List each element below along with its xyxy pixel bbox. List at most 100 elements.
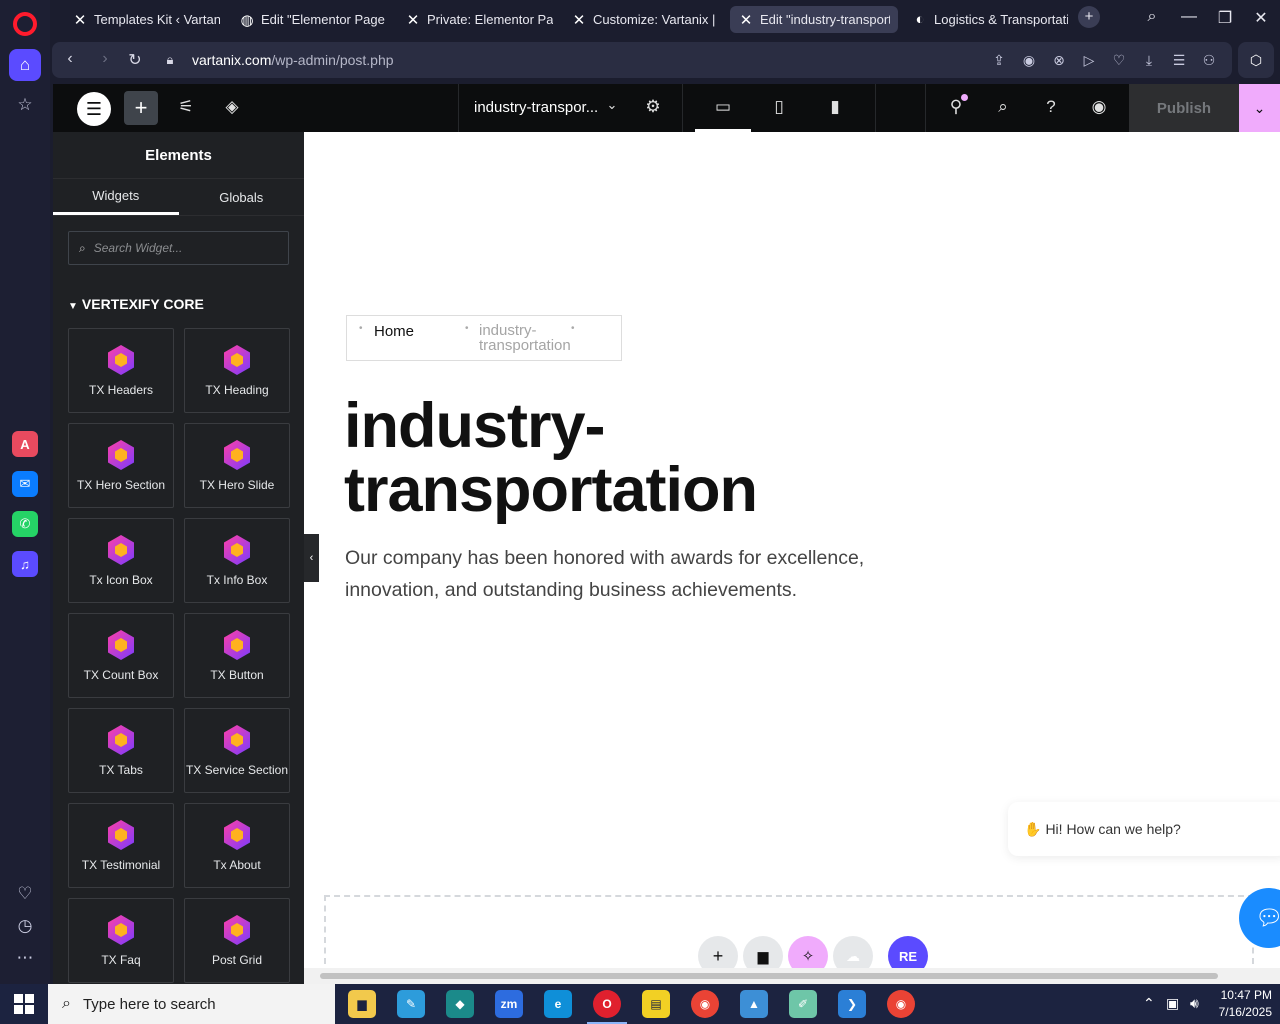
category-vertexify-core[interactable]: ▼ VERTEXIFY CORE	[68, 296, 204, 312]
camera-icon[interactable]: ◉	[1020, 52, 1038, 69]
add-section-plus-icon[interactable]: +	[698, 936, 738, 968]
add-element-button[interactable]: +	[124, 91, 158, 125]
site-settings-icon[interactable]: ⚟	[175, 97, 197, 117]
search-icon[interactable]: ⌕	[992, 97, 1014, 117]
history-icon[interactable]: ◷	[9, 910, 41, 942]
vscode-icon[interactable]: ❯	[838, 990, 866, 1018]
widget-tx-button[interactable]: TX Button	[184, 613, 290, 698]
aria-app-icon[interactable]: A	[12, 431, 38, 457]
heart-icon[interactable]: ♡	[9, 878, 41, 910]
tab-templates-kit[interactable]: ✕Templates Kit ‹ Vartanix —	[64, 6, 228, 33]
widget-post-grid[interactable]: Post Grid	[184, 898, 290, 983]
app-diamond-icon[interactable]: ◆	[446, 990, 474, 1018]
extensions-icon[interactable]: ⬡	[1238, 42, 1274, 78]
tablet-device-icon[interactable]: ▯	[768, 97, 790, 117]
share-icon[interactable]: ⇪	[990, 52, 1008, 69]
zoom-icon[interactable]: zm	[495, 990, 523, 1018]
widget-search-input[interactable]: ⌕ Search Widget...	[68, 231, 289, 265]
minimize-button[interactable]: —	[1177, 8, 1201, 26]
reload-icon[interactable]: ↻	[125, 50, 145, 70]
opera-logo-icon[interactable]	[13, 12, 37, 36]
widget-tx-faq[interactable]: TX Faq	[68, 898, 174, 983]
mobile-device-icon[interactable]: ▮	[824, 97, 846, 117]
widget-tx-hero-slide[interactable]: TX Hero Slide	[184, 423, 290, 508]
notepad-icon[interactable]: ✐	[789, 990, 817, 1018]
volume-icon[interactable]: 🔊︎	[1190, 995, 1199, 1012]
tab-private-elementor-page[interactable]: ✕Private: Elementor Page #	[397, 6, 561, 33]
taskbar-search-input[interactable]: ⌕ Type here to search	[48, 984, 335, 1024]
widget-tx-about[interactable]: Tx About	[184, 803, 290, 888]
widget-tx-info-box[interactable]: Tx Info Box	[184, 518, 290, 603]
widget-tx-heading[interactable]: TX Heading	[184, 328, 290, 413]
breadcrumb-home-link[interactable]: Home	[374, 323, 414, 340]
template-library-folder-icon[interactable]: ▆	[743, 936, 783, 968]
page-title[interactable]: industry- transportation	[344, 394, 944, 522]
network-icon[interactable]: ▣	[1166, 995, 1179, 1012]
opera-taskbar-icon[interactable]: O	[593, 990, 621, 1018]
collapse-panel-chevron-icon[interactable]: ‹	[304, 534, 319, 582]
widget-tx-hero-section[interactable]: TX Hero Section	[68, 423, 174, 508]
desktop-device-icon[interactable]: ▭	[712, 97, 734, 117]
tray-chevron-up-icon[interactable]: ⌃	[1143, 995, 1155, 1012]
widget-tx-count-box[interactable]: TX Count Box	[68, 613, 174, 698]
elementor-logo-icon[interactable]: ☰	[77, 92, 111, 126]
publish-options-chevron-icon[interactable]: ⌄	[1239, 84, 1280, 132]
address-bar[interactable]: ‹ › ↻ 🔒︎ vartanix.com/wp-admin/post.php …	[52, 42, 1232, 78]
url-text[interactable]: vartanix.com/wp-admin/post.php	[192, 52, 394, 68]
more-icon[interactable]: ⋯	[9, 942, 41, 974]
home-icon[interactable]: ⌂	[9, 49, 41, 81]
chat-greeting-bubble[interactable]: ✋ Hi! How can we help?	[1008, 802, 1280, 856]
system-clock[interactable]: 10:47 PM 7/16/2025	[1212, 987, 1272, 1021]
block-ads-icon[interactable]: ⊗	[1050, 52, 1068, 69]
tab-customize-vartanix[interactable]: ✕Customize: Vartanix | Soft	[563, 6, 727, 33]
page-settings-gear-icon[interactable]: ⚙	[642, 97, 664, 117]
kit-icon[interactable]: ☁	[833, 936, 873, 968]
send-icon[interactable]: ▷	[1080, 52, 1098, 69]
royal-elementor-icon[interactable]: RE	[888, 936, 928, 968]
whatsapp-icon[interactable]: ✆	[12, 511, 38, 537]
chevron-down-icon[interactable]: ⌄	[601, 97, 623, 113]
chrome-icon[interactable]: ◉	[691, 990, 719, 1018]
tab-edit-industry-transportation[interactable]: ✕Edit "industry-transportati	[730, 6, 898, 33]
sticky-notes-icon[interactable]: ▤	[642, 990, 670, 1018]
tab-globals[interactable]: Globals	[179, 179, 305, 215]
download-icon[interactable]: ⤓	[1140, 52, 1158, 69]
profile-icon[interactable]: ⚇	[1200, 52, 1218, 69]
new-tab-button[interactable]: +	[1078, 6, 1100, 28]
heart-outline-icon[interactable]: ♡	[1110, 52, 1128, 69]
restore-button[interactable]: ❐	[1213, 8, 1237, 28]
back-icon[interactable]: ‹	[60, 50, 80, 68]
preview-eye-icon[interactable]: ◉	[1088, 97, 1110, 117]
widget-tx-headers[interactable]: TX Headers	[68, 328, 174, 413]
scrollbar-thumb[interactable]	[320, 973, 1218, 979]
tab-logistics-transportation[interactable]: ◐Logistics & Transportation	[904, 6, 1076, 33]
widget-tx-tabs[interactable]: TX Tabs	[68, 708, 174, 793]
paint-app-icon[interactable]: ✎	[397, 990, 425, 1018]
music-player-icon[interactable]: ♫	[12, 551, 38, 577]
search-tabs-icon[interactable]: ⌕	[1140, 8, 1164, 26]
widget-tx-icon-box[interactable]: Tx Icon Box	[68, 518, 174, 603]
publish-button[interactable]: Publish	[1129, 84, 1239, 132]
file-explorer-icon[interactable]: ▆	[348, 990, 376, 1018]
lock-icon[interactable]: 🔒︎	[160, 52, 180, 68]
ai-sparkle-icon[interactable]: ✧	[788, 936, 828, 968]
close-window-button[interactable]: ✕	[1249, 8, 1273, 28]
widget-tx-testimonial[interactable]: TX Testimonial	[68, 803, 174, 888]
address-bar-row: ‹ › ↻ 🔒︎ vartanix.com/wp-admin/post.php …	[50, 38, 1280, 84]
edge-icon[interactable]: e	[544, 990, 572, 1018]
chrome-profile-icon[interactable]: ◉	[887, 990, 915, 1018]
page-name-dropdown[interactable]: industry-transpor...	[474, 99, 598, 116]
page-subtitle[interactable]: Our company has been honored with awards…	[345, 542, 905, 606]
tab-widgets[interactable]: Widgets	[53, 179, 179, 215]
help-icon[interactable]: ?	[1040, 97, 1062, 117]
forward-icon[interactable]: ›	[95, 50, 115, 68]
windows-start-icon[interactable]	[14, 994, 34, 1014]
tab-edit-elementor-page[interactable]: ◍Edit "Elementor Page #10	[231, 6, 395, 33]
structure-layers-icon[interactable]: ◈	[221, 97, 243, 117]
easy-setup-icon[interactable]: ☰	[1170, 52, 1188, 69]
widget-tx-service-section[interactable]: TX Service Section	[184, 708, 290, 793]
messenger-icon[interactable]: ✉	[12, 471, 38, 497]
photos-icon[interactable]: ▲	[740, 990, 768, 1018]
star-icon[interactable]: ☆	[9, 89, 41, 121]
horizontal-scrollbar[interactable]	[304, 968, 1280, 984]
